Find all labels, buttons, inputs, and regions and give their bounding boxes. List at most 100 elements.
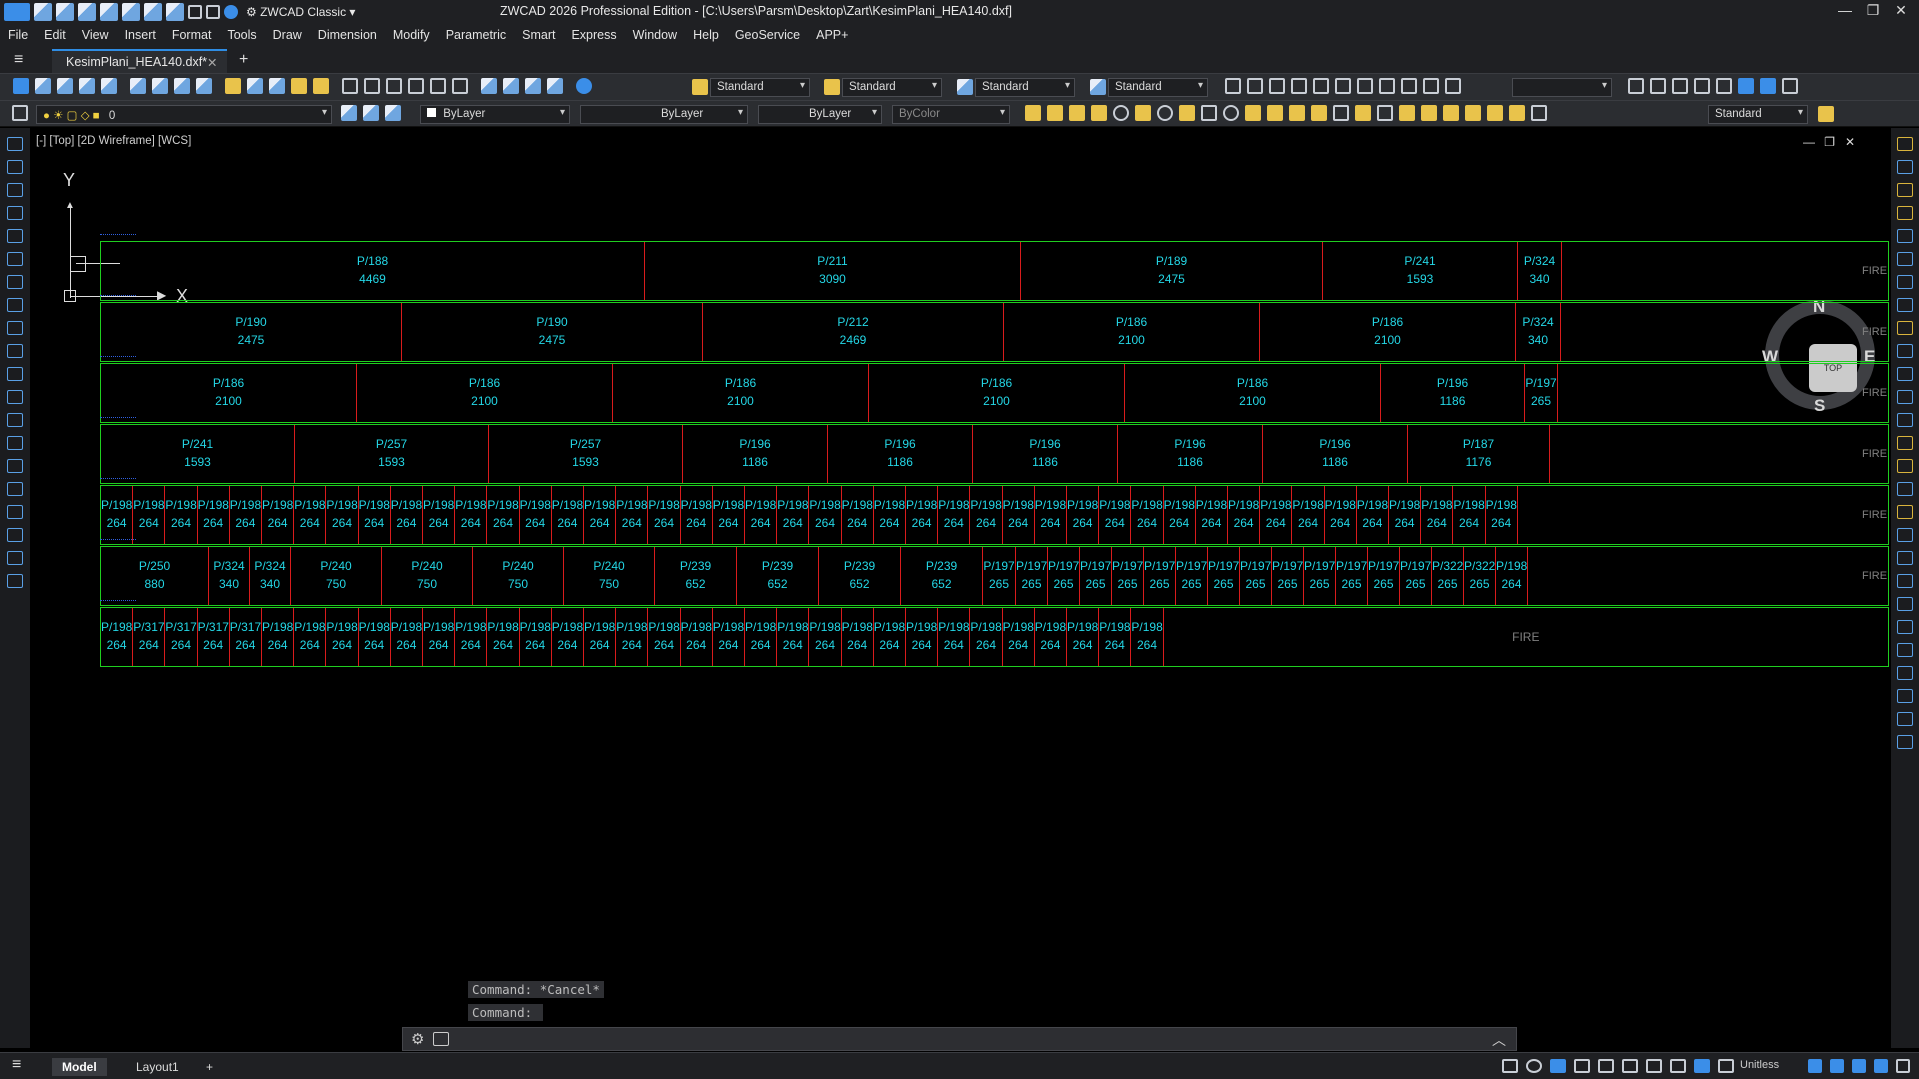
leader-icon[interactable]	[1355, 105, 1371, 121]
document-tab[interactable]: KesimPlani_HEA140.dxf* ✕	[52, 49, 227, 73]
save-file-icon[interactable]	[57, 78, 73, 94]
hatch-icon[interactable]	[7, 459, 23, 473]
cut-piece[interactable]: P/198 264	[1357, 486, 1389, 544]
dim-style-select-2[interactable]: Standard	[1708, 105, 1808, 124]
cut-icon[interactable]	[225, 78, 241, 94]
cut-piece[interactable]: P/257 1593	[295, 425, 489, 483]
cut-piece[interactable]: P/198 264	[455, 608, 488, 666]
cut-piece[interactable]: P/186 2100	[1260, 303, 1516, 361]
measure-object-icon[interactable]	[1897, 689, 1913, 703]
zoom-realtime-icon[interactable]	[408, 78, 424, 94]
cut-piece[interactable]: P/198 264	[1067, 608, 1100, 666]
lineweight-icon[interactable]	[1646, 1059, 1662, 1073]
cut-row[interactable]: P/198 264 P/317 264 P/317 264 P/317 264 P/317 264…	[100, 607, 1889, 667]
grid-icon[interactable]	[1526, 1059, 1542, 1073]
bottom-view-icon[interactable]	[1269, 78, 1285, 94]
revision-cloud-icon[interactable]	[7, 298, 23, 312]
zoom-tb-icon[interactable]	[1650, 78, 1666, 94]
cut-piece[interactable]: P/198 264	[809, 608, 842, 666]
save-icon[interactable]	[78, 3, 96, 21]
cut-piece[interactable]: P/198 264	[326, 486, 359, 544]
open-icon[interactable]	[56, 3, 74, 21]
menu-format[interactable]: Format	[164, 28, 220, 42]
cut-piece[interactable]: P/196 1186	[1263, 425, 1408, 483]
match-properties-icon[interactable]	[313, 78, 329, 94]
page-setup-icon[interactable]	[196, 78, 212, 94]
rectangle-icon[interactable]	[7, 229, 23, 243]
cut-piece[interactable]: P/198 264	[1228, 486, 1261, 544]
right-view-icon[interactable]	[1313, 78, 1329, 94]
jogged-linear-icon[interactable]	[1399, 105, 1415, 121]
cut-piece[interactable]: P/198 264	[1486, 486, 1518, 544]
drawing-viewport[interactable]: [-] [Top] [2D Wireframe] [WCS] — ❐ ✕ ▲ ▶…	[30, 128, 1891, 1048]
cut-piece[interactable]: P/196 1186	[683, 425, 828, 483]
cut-piece[interactable]: P/240 750	[382, 547, 473, 605]
cut-piece[interactable]: P/198 264	[713, 486, 745, 544]
cut-piece[interactable]: P/324 340	[250, 547, 291, 605]
dim-break-icon[interactable]	[1311, 105, 1327, 121]
cut-piece[interactable]: P/197 265	[1144, 547, 1176, 605]
edit-spline-icon[interactable]	[1897, 551, 1913, 565]
point-icon[interactable]	[7, 436, 23, 450]
cut-piece[interactable]: P/198 264	[874, 486, 906, 544]
viewport-close-icon[interactable]: ✕	[1845, 135, 1855, 149]
cut-piece[interactable]: P/190 2475	[101, 303, 402, 361]
cut-piece[interactable]: P/198 264	[1325, 486, 1357, 544]
dynamic-input-icon[interactable]	[1718, 1059, 1734, 1073]
close-tab-icon[interactable]: ✕	[207, 55, 217, 70]
cut-piece[interactable]: P/197 265	[1112, 547, 1144, 605]
rotate-icon[interactable]	[1897, 275, 1913, 289]
cut-piece[interactable]: P/198 264	[455, 486, 488, 544]
baseline-dim-icon[interactable]	[1245, 105, 1261, 121]
cut-piece[interactable]: P/239 652	[819, 547, 901, 605]
cut-piece[interactable]: P/187 1176	[1408, 425, 1550, 483]
cut-piece[interactable]: P/198 264	[809, 486, 842, 544]
cut-piece[interactable]: P/198 264	[326, 608, 359, 666]
cut-piece[interactable]: P/196 1186	[1118, 425, 1263, 483]
plot-icon[interactable]	[130, 78, 146, 94]
cut-piece[interactable]: P/186 2100	[869, 364, 1125, 422]
cut-piece[interactable]: P/198 264	[101, 486, 134, 544]
command-window-icon[interactable]	[433, 1032, 449, 1046]
table-style-select[interactable]: Standard	[975, 78, 1075, 97]
chamfer-icon[interactable]	[1897, 436, 1913, 450]
construction-line-icon[interactable]	[7, 160, 23, 174]
cut-piece[interactable]: P/197 265	[1208, 547, 1240, 605]
saveas-file-icon[interactable]	[79, 78, 95, 94]
qnew-icon[interactable]	[13, 78, 29, 94]
cut-piece[interactable]: P/198 264	[1035, 486, 1067, 544]
arc-icon[interactable]	[7, 252, 23, 266]
workspace-icon[interactable]	[1830, 1059, 1844, 1073]
publish-icon[interactable]	[101, 78, 117, 94]
cut-piece[interactable]: P/240 750	[564, 547, 655, 605]
cut-piece[interactable]: P/198 264	[552, 608, 584, 666]
spline-icon[interactable]	[7, 321, 23, 335]
menu-view[interactable]: View	[74, 28, 117, 42]
cut-piece[interactable]: P/198 264	[616, 486, 649, 544]
cut-piece[interactable]: P/198 264	[1453, 486, 1486, 544]
dim-space-icon[interactable]	[1289, 105, 1305, 121]
lengthen-icon[interactable]	[1897, 643, 1913, 657]
sheet-set-icon[interactable]	[547, 78, 563, 94]
plotstyle-select[interactable]: ByColor	[892, 105, 1010, 124]
cut-piece[interactable]: P/198 264	[1389, 486, 1422, 544]
cut-piece[interactable]: P/198 264	[648, 608, 681, 666]
redo-tb-icon[interactable]	[364, 78, 380, 94]
extend-icon[interactable]	[1897, 367, 1913, 381]
ordinate-dim-icon[interactable]	[1091, 105, 1107, 121]
menu-insert[interactable]: Insert	[117, 28, 164, 42]
cut-piece[interactable]: P/198 264	[713, 608, 745, 666]
cut-piece[interactable]: P/189 2475	[1021, 242, 1323, 300]
cut-piece[interactable]: P/198 264	[101, 608, 134, 666]
cut-piece[interactable]: P/198 264	[230, 486, 262, 544]
cut-piece[interactable]: P/198 264	[777, 486, 810, 544]
command-expand-icon[interactable]: ︿	[1492, 1030, 1506, 1050]
cut-piece[interactable]: P/197 265	[1272, 547, 1304, 605]
center-mark-icon[interactable]	[1223, 105, 1239, 121]
layer-previous-icon[interactable]	[363, 105, 379, 121]
cut-piece[interactable]: P/186 2100	[101, 364, 357, 422]
cut-piece[interactable]: P/198 264	[359, 608, 391, 666]
cut-piece[interactable]: P/198 264	[262, 608, 295, 666]
cut-piece[interactable]: P/198 264	[487, 608, 520, 666]
tolerance-icon[interactable]	[1333, 105, 1349, 121]
